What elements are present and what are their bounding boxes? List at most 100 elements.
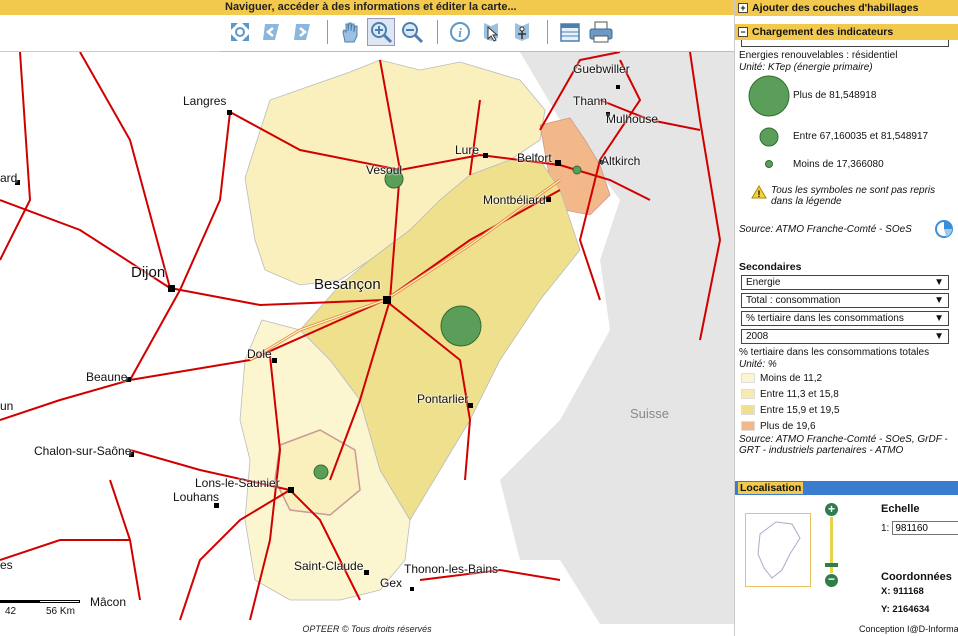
print-icon: [589, 21, 613, 43]
map-label-mulhouse: Mulhouse: [606, 112, 659, 126]
measure-icon: [515, 23, 529, 41]
map-label-macon: Mâcon: [90, 595, 127, 609]
legend-swatch: [741, 373, 755, 383]
pan-hand-icon: [342, 22, 358, 43]
map-label-un: un: [0, 399, 14, 413]
legend-swatch: [741, 421, 755, 431]
zoom-handle[interactable]: [825, 563, 838, 567]
tool-buttons: i: [220, 15, 734, 46]
chargement-title: Chargement des indicateurs: [752, 26, 894, 38]
legend-label: Entre 15,9 et 19,5: [760, 404, 840, 416]
top-left-header: [0, 0, 220, 52]
scale-label-56: 56 Km: [46, 606, 75, 617]
map-label-guebwiller: Guebwiller: [573, 62, 630, 76]
previous-view-icon: [263, 24, 279, 40]
map-footer: OPTEER © Tous droits réservés: [302, 624, 432, 634]
echelle-prefix: 1:: [881, 522, 890, 534]
secondary-source: Source: ATMO Franche-Comté - SOeS, GrDF …: [739, 434, 948, 456]
localisation-header[interactable]: Localisation: [735, 481, 958, 495]
pan-button[interactable]: [336, 18, 364, 46]
overview-map-graphic: [757, 521, 801, 579]
zoom-plus-icon[interactable]: +: [825, 503, 838, 516]
map-label-es: es: [0, 558, 13, 572]
zoom-out-button[interactable]: [398, 18, 426, 46]
dropdown-arrow-icon: ▼: [934, 331, 944, 342]
zoom-minus-icon[interactable]: −: [825, 573, 838, 587]
legend-label: Plus de 19,6: [760, 420, 816, 432]
primary-title: Energies renouvelables : résidentiel: [739, 50, 898, 61]
scale-bar: 42 56 Km: [0, 600, 80, 622]
right-panel: + Ajouter des couches d'habillages − Cha…: [734, 0, 958, 636]
next-view-button[interactable]: [288, 18, 316, 46]
warning-text: Tous les symboles ne sont pas repris dan…: [771, 185, 936, 207]
legend-row: Moins de 11,2: [735, 370, 958, 386]
zoom-extent-button[interactable]: [226, 18, 254, 46]
map-label-montbeliard: Montbéliard: [483, 193, 546, 207]
map-label-thonon: Thonon-les-Bains: [404, 562, 499, 576]
map-label-chalon: Chalon-sur-Saône: [34, 444, 132, 458]
scale-bar-graphic: [0, 600, 80, 603]
coordinates-label: Coordonnées: [881, 571, 952, 583]
select-theme-value: Energie: [746, 277, 781, 288]
habillage-title: Ajouter des couches d'habillages: [752, 2, 919, 14]
echelle-input[interactable]: [892, 521, 958, 535]
map-label-lure: Lure: [455, 143, 480, 157]
legend-label: Moins de 11,2: [760, 372, 823, 384]
svg-text:i: i: [458, 25, 462, 40]
scale-label-42: 42: [5, 606, 17, 617]
select-button[interactable]: [477, 18, 505, 46]
toolbar-separator: [327, 20, 328, 44]
top-year-select[interactable]: [741, 40, 949, 47]
legend-swatch: [741, 405, 755, 415]
zoom-in-icon: [371, 22, 393, 44]
table-button[interactable]: [556, 18, 584, 46]
map-toolbar: Naviguer, accéder à des informations et …: [220, 0, 734, 52]
map-label-beaune: Beaune: [86, 370, 128, 384]
select-indicator[interactable]: % tertiaire dans les consommations ▼: [741, 311, 949, 326]
map-label-langres: Langres: [183, 94, 227, 108]
collapse-minus-icon[interactable]: −: [738, 27, 748, 37]
legend-row: Entre 11,3 et 15,8: [735, 386, 958, 402]
primary-unit: Unité: KTep (énergie primaire): [739, 62, 873, 73]
legend-small: Moins de 17,366080: [793, 159, 884, 170]
select-indicator-value: % tertiaire dans les consommations: [746, 313, 904, 324]
map-label-ard: ard: [0, 171, 18, 185]
map-canvas[interactable]: Guebwiller Langres Thann Mulhouse Lure B…: [0, 52, 734, 624]
map-label-lons: Lons-le-Saunier: [195, 476, 280, 490]
map-label-vesoul: Vesoul: [366, 163, 403, 177]
overview-map[interactable]: [745, 513, 811, 587]
zoom-slider[interactable]: + −: [825, 503, 839, 589]
map-label-suisse: Suisse: [630, 406, 670, 421]
previous-view-button[interactable]: [257, 18, 285, 46]
select-year[interactable]: 2008 ▼: [741, 329, 949, 344]
secondaires-title: Secondaires: [739, 261, 802, 273]
map-label-gex: Gex: [380, 576, 403, 590]
coordinate-y: Y: 2164634: [881, 604, 930, 615]
toolbar-separator: [547, 20, 548, 44]
expand-plus-icon[interactable]: +: [738, 3, 748, 13]
print-button[interactable]: [587, 18, 615, 46]
next-view-icon: [294, 24, 310, 40]
measure-button[interactable]: [508, 18, 536, 46]
echelle-label: Echelle: [881, 503, 920, 515]
map-layer: [0, 52, 734, 624]
select-theme[interactable]: Energie ▼: [741, 275, 949, 290]
pie-chart-icon[interactable]: [934, 219, 954, 239]
zoom-extent-icon: [231, 23, 249, 41]
localisation-title: Localisation: [738, 482, 804, 494]
primary-indicator: Energies renouvelables : résidentiel Uni…: [735, 50, 958, 239]
secondary-indicator: % tertiaire dans les consommations total…: [735, 347, 958, 370]
legend-warning: ! Tous les symboles ne sont pas repris d…: [739, 185, 954, 207]
legend-label: Entre 11,3 et 15,8: [760, 388, 839, 400]
habillage-header[interactable]: + Ajouter des couches d'habillages: [735, 0, 958, 16]
info-button[interactable]: i: [446, 18, 474, 46]
chargement-header[interactable]: − Chargement des indicateurs: [735, 24, 958, 40]
coordinate-x: X: 911168: [881, 586, 924, 597]
select-year-value: 2008: [746, 331, 769, 342]
map-label-louhans: Louhans: [173, 490, 220, 504]
legend-large: Plus de 81,548918: [793, 90, 877, 101]
primary-legend: Plus de 81,548918 Entre 67,160035 et 81,…: [739, 73, 954, 179]
zoom-in-button[interactable]: [367, 18, 395, 46]
echelle-row: 1:: [881, 521, 958, 535]
select-category[interactable]: Total : consommation ▼: [741, 293, 949, 308]
